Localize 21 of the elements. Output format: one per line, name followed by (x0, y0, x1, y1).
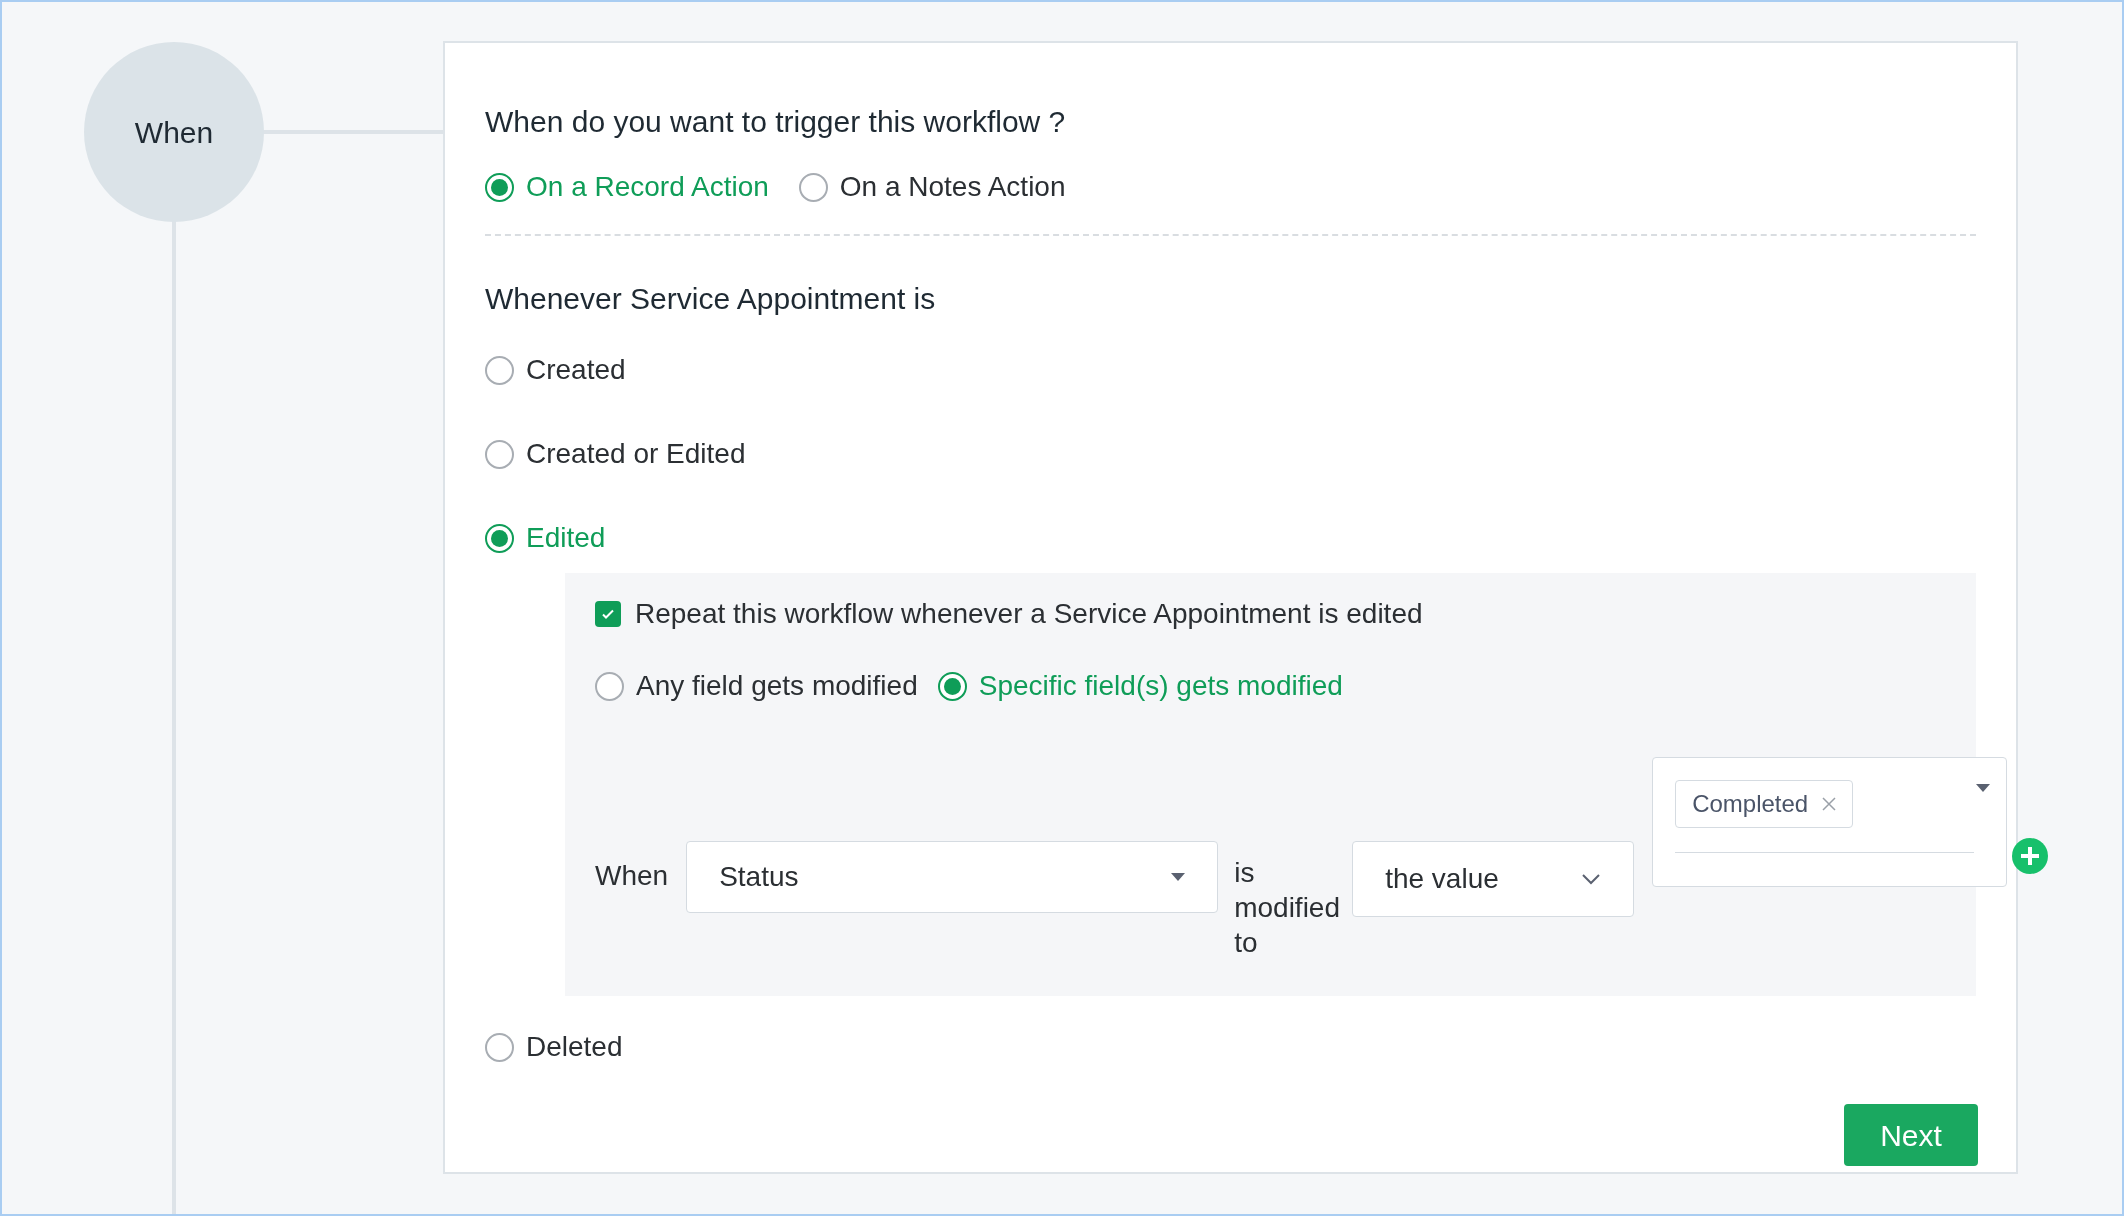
chevron-down-icon (1581, 873, 1602, 885)
caret-icon (1171, 873, 1186, 881)
tag-label: Completed (1692, 789, 1809, 819)
question-text: When do you want to trigger this workflow ? (485, 104, 1067, 140)
radio-option[interactable]: On a Record Action (485, 166, 769, 208)
caret-icon (1976, 784, 1991, 792)
mode-dropdown[interactable]: the value (1352, 841, 1635, 917)
condition-label: When (595, 859, 669, 893)
close-icon[interactable] (1822, 797, 1837, 811)
operator-label: is modified to (1234, 856, 1341, 960)
repeat-checkbox[interactable]: Repeat this workflow whenever a Service Appointment is edited (595, 593, 1976, 635)
add-icon[interactable] (2012, 838, 2049, 874)
radio-option[interactable]: On a Notes Action (798, 166, 1066, 208)
radio-option[interactable]: Deleted (485, 1026, 1976, 1068)
radio-option[interactable]: Created (485, 349, 1976, 391)
radio-option[interactable]: Any field gets modified (595, 665, 918, 707)
radio-option[interactable]: Edited (485, 517, 1976, 559)
section-heading: Whenever Service Appointment is (485, 281, 937, 317)
step-label: When (134, 114, 214, 151)
radio-option[interactable]: Created or Edited (485, 433, 1976, 475)
field-dropdown[interactable]: Status (686, 841, 1219, 913)
